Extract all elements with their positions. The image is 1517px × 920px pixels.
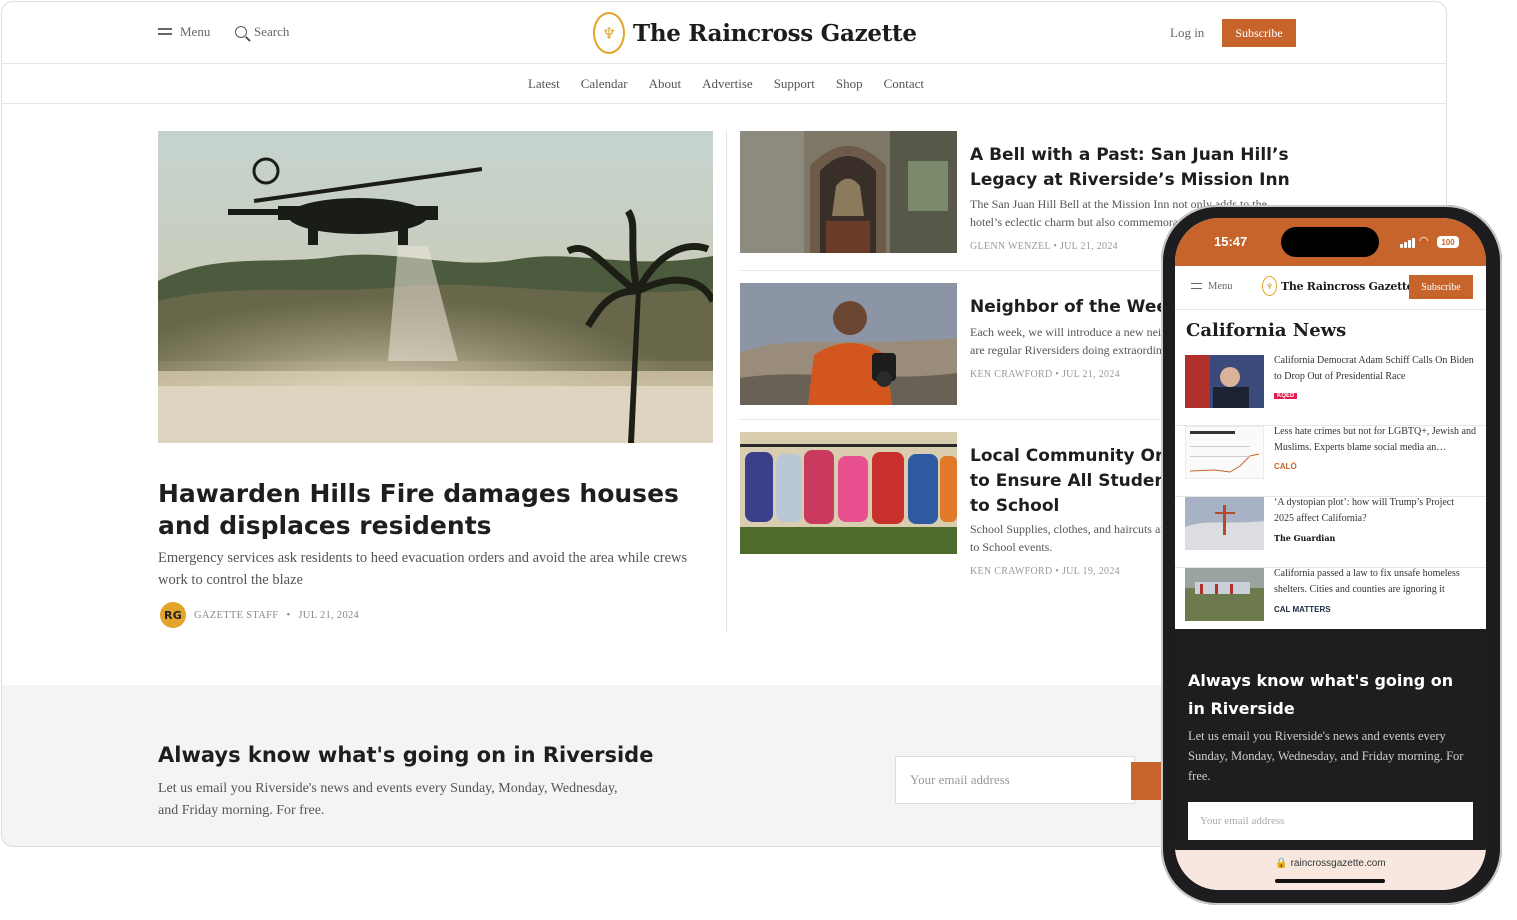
byline-separator: • xyxy=(1055,566,1060,577)
source-logo: The Guardian xyxy=(1274,533,1336,543)
list-item[interactable]: ‘A dystopian plot’: how will Trump’s Pro… xyxy=(1175,497,1486,568)
neighbor-portrait-photo xyxy=(740,283,957,405)
source-logo: CALÖ xyxy=(1274,462,1297,471)
phone-newsletter-section: Always know what's going on in Riverside… xyxy=(1175,629,1486,850)
story-byline: KEN CRAWFORD • JUL 19, 2024 xyxy=(970,566,1120,577)
column-divider xyxy=(726,131,727,633)
login-link[interactable]: Log in xyxy=(1170,25,1204,41)
site-header: Menu Search ♆ The Raincross Gazette Log … xyxy=(2,2,1446,64)
newsletter-title: Always know what's going on in Riverside xyxy=(158,743,654,767)
story-date: JUL 21, 2024 xyxy=(1061,369,1120,380)
news-headline: ‘A dystopian plot’: how will Trump’s Pro… xyxy=(1274,497,1455,524)
menu-label: Menu xyxy=(1208,281,1233,292)
nav-advertise[interactable]: Advertise xyxy=(702,76,753,92)
site-logo[interactable]: ♆ The Raincross Gazette xyxy=(593,12,917,54)
phone-site-header: Menu ♆ The Raincross Gazette Subscribe xyxy=(1175,266,1486,310)
status-time: 15:47 xyxy=(1214,234,1248,249)
nav-about[interactable]: About xyxy=(649,76,682,92)
phone-newsletter-dek: Let us email you Riverside's news and ev… xyxy=(1188,729,1464,783)
phone-subscribe-button[interactable]: Subscribe xyxy=(1409,275,1473,299)
phone-mockup: 15:47 ◠ 100 Menu ♆ The Raincross Gazette… xyxy=(1161,205,1502,905)
search-icon xyxy=(235,26,247,38)
nav-shop[interactable]: Shop xyxy=(836,76,863,92)
hero-date: JUL 21, 2024 xyxy=(298,609,360,621)
news-thumbnail xyxy=(1185,355,1264,408)
news-headline: Less hate crimes but not for LGBTQ+, Jew… xyxy=(1274,426,1476,453)
list-item[interactable]: California Democrat Adam Schiff Calls On… xyxy=(1175,355,1486,426)
dynamic-island xyxy=(1281,227,1379,257)
hamburger-icon xyxy=(158,27,172,37)
battery-icon: 100 xyxy=(1437,236,1459,248)
story-author[interactable]: KEN CRAWFORD xyxy=(970,566,1053,577)
main-nav: Latest Calendar About Advertise Support … xyxy=(2,64,1446,104)
news-thumbnail xyxy=(1185,568,1264,621)
news-thumbnail xyxy=(1185,497,1264,550)
newsletter-dek: Let us email you Riverside's news and ev… xyxy=(158,781,618,818)
hero-dek: Emergency services ask residents to heed… xyxy=(158,550,688,588)
phone-status-bar: 15:47 ◠ 100 xyxy=(1175,218,1486,266)
logo-emblem-icon: ♆ xyxy=(1262,276,1277,296)
news-headline: California Democrat Adam Schiff Calls On… xyxy=(1274,355,1474,382)
hero-byline: RG GAZETTE STAFF • JUL 21, 2024 xyxy=(160,602,359,628)
nav-latest[interactable]: Latest xyxy=(528,76,560,92)
list-item[interactable]: Less hate crimes but not for LGBTQ+, Jew… xyxy=(1175,426,1486,497)
logo-text: The Raincross Gazette xyxy=(633,19,917,47)
phone-newsletter-title: Always know what's going on in Riverside xyxy=(1188,671,1454,718)
story-image-bell[interactable] xyxy=(740,131,957,253)
menu-button[interactable]: Menu xyxy=(158,24,210,40)
backpacks-photo xyxy=(740,432,957,554)
hero-headline[interactable]: Hawarden Hills Fire damages houses and d… xyxy=(158,478,698,542)
email-field[interactable]: Your email address xyxy=(895,756,1135,804)
source-logo: CAL MATTERS xyxy=(1274,605,1331,614)
story-date: JUL 21, 2024 xyxy=(1059,241,1118,252)
news-thumbnail xyxy=(1185,426,1264,479)
nav-calendar[interactable]: Calendar xyxy=(581,76,628,92)
logo-text: The Raincross Gazette xyxy=(1281,279,1414,293)
section-title: California News xyxy=(1186,320,1347,341)
nav-contact[interactable]: Contact xyxy=(884,76,924,92)
mission-inn-bell-photo xyxy=(740,131,957,253)
story-byline: GLENN WENZEL • JUL 21, 2024 xyxy=(970,241,1118,252)
story-image-neighbor[interactable] xyxy=(740,283,957,405)
hamburger-icon xyxy=(1191,282,1202,292)
byline-separator: • xyxy=(286,609,291,621)
byline-separator: • xyxy=(1055,369,1060,380)
story-date: JUL 19, 2024 xyxy=(1061,566,1120,577)
story-divider xyxy=(740,270,1160,271)
story-headline[interactable]: A Bell with a Past: San Juan Hill’s Lega… xyxy=(970,143,1290,193)
search-button[interactable]: Search xyxy=(235,24,289,40)
byline-separator: • xyxy=(1053,241,1058,252)
phone-screen: 15:47 ◠ 100 Menu ♆ The Raincross Gazette… xyxy=(1175,218,1486,890)
helicopter-fire-photo xyxy=(158,131,713,443)
phone-site-logo[interactable]: ♆ The Raincross Gazette xyxy=(1262,276,1414,296)
search-label: Search xyxy=(254,24,290,39)
phone-menu-button[interactable]: Menu xyxy=(1191,281,1233,292)
story-author[interactable]: GLENN WENZEL xyxy=(970,241,1051,252)
source-badge: KQED xyxy=(1274,393,1298,399)
news-headline: California passed a law to fix unsafe ho… xyxy=(1274,568,1460,595)
subscribe-button[interactable]: Subscribe xyxy=(1222,19,1296,47)
nav-support[interactable]: Support xyxy=(774,76,815,92)
story-author[interactable]: KEN CRAWFORD xyxy=(970,369,1053,380)
story-byline: KEN CRAWFORD • JUL 21, 2024 xyxy=(970,369,1120,380)
menu-label: Menu xyxy=(180,24,211,39)
wifi-icon: ◠ xyxy=(1419,234,1429,247)
story-divider xyxy=(740,419,1160,420)
hero-author[interactable]: GAZETTE STAFF xyxy=(194,610,278,621)
logo-emblem-icon: ♆ xyxy=(593,12,625,54)
story-image-backpacks[interactable] xyxy=(740,432,957,554)
address-bar[interactable]: 🔒 raincrossgazette.com xyxy=(1175,850,1486,890)
author-avatar: RG xyxy=(160,602,186,628)
hero-image[interactable] xyxy=(158,131,713,443)
home-indicator[interactable] xyxy=(1275,879,1385,883)
phone-email-field[interactable]: Your email address xyxy=(1188,802,1473,840)
signal-icon xyxy=(1400,238,1415,248)
